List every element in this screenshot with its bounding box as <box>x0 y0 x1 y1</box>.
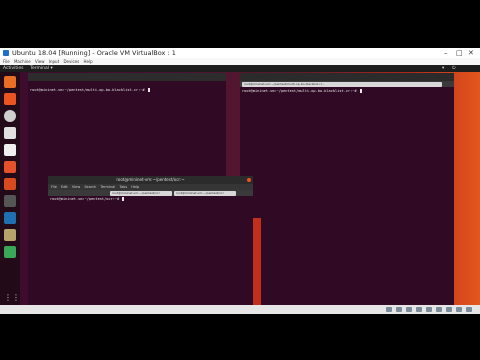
dock: ⋮⋮ <box>0 72 20 305</box>
menu-view[interactable]: View <box>72 185 80 189</box>
folder-icon[interactable] <box>4 229 16 241</box>
terminal-tab[interactable]: root@mininet-vm:~/pentest/ocr <box>110 191 172 196</box>
firefox-icon[interactable] <box>4 76 16 88</box>
terminal-title: root@mininet-vm:~/pentest/ocr:~ <box>116 177 185 182</box>
shared-folder-icon[interactable] <box>436 307 442 312</box>
terminal-header <box>240 73 454 81</box>
files-icon[interactable] <box>4 93 16 105</box>
maximize-icon[interactable]: □ <box>456 48 463 58</box>
show-apps-icon[interactable]: ⋮⋮ <box>4 292 20 304</box>
terminal-window-front[interactable]: root@mininet-vm:~/pentest/ocr:~ File Edi… <box>48 176 253 305</box>
terminal-icon[interactable] <box>4 195 16 207</box>
network-icon[interactable]: ▾ <box>442 65 444 72</box>
terminal-prompt[interactable]: root@mininet-vm:~/pentest/multi-op-bo-bl… <box>30 88 150 93</box>
activities-button[interactable]: Activities <box>3 65 24 72</box>
music-icon[interactable] <box>4 110 16 122</box>
writer-icon[interactable] <box>4 127 16 139</box>
menu-view[interactable]: View <box>35 59 45 64</box>
menu-help[interactable]: Help <box>131 185 139 189</box>
usb-icon[interactable] <box>426 307 432 312</box>
virtualbox-window: Ubuntu 18.04 [Running] - Oracle VM Virtu… <box>0 48 480 314</box>
gnome-top-bar: Activities Terminal ▾ ▾ ⏻ <box>0 65 480 72</box>
menu-devices[interactable]: Devices <box>63 59 79 64</box>
display-icon[interactable] <box>446 307 452 312</box>
text-cursor <box>359 89 362 93</box>
guest-desktop: Activities Terminal ▾ ▾ ⏻ ⋮⋮ root@minine… <box>0 65 480 305</box>
close-icon[interactable] <box>247 178 251 182</box>
terminal-tab[interactable]: root@mininet-vm:~/pentest/multi-op-bo-bl… <box>242 82 442 87</box>
vm-status-bar <box>0 305 480 314</box>
menu-input[interactable]: Input <box>49 59 59 64</box>
sublime-icon[interactable] <box>4 246 16 258</box>
hdd-icon[interactable] <box>386 307 392 312</box>
terminal-header <box>28 73 226 81</box>
optical-drive-icon[interactable] <box>396 307 402 312</box>
terminal-title-bar: root@mininet-vm:~/pentest/ocr:~ <box>48 176 253 184</box>
vscode-icon[interactable] <box>4 212 16 224</box>
menu-bar: File Machine View Input Devices Help <box>0 58 480 65</box>
window-edge <box>253 218 261 305</box>
close-icon[interactable]: ✕ <box>468 48 474 58</box>
text-cursor <box>147 88 150 92</box>
menu-help[interactable]: Help <box>83 59 92 64</box>
menu-tabs[interactable]: Tabs <box>119 185 127 189</box>
menu-edit[interactable]: Edit <box>61 185 68 189</box>
software-center-icon[interactable] <box>4 161 16 173</box>
host-key-icon[interactable] <box>466 307 472 312</box>
menu-file[interactable]: File <box>3 59 10 64</box>
menu-terminal[interactable]: Terminal <box>100 185 115 189</box>
terminal-window-right[interactable]: root@mininet-vm:~/pentest/multi-op-bo-bl… <box>240 73 454 305</box>
window-title-bar: Ubuntu 18.04 [Running] - Oracle VM Virtu… <box>0 48 480 58</box>
window-title: Ubuntu 18.04 [Running] - Oracle VM Virtu… <box>12 49 176 57</box>
terminal-tab[interactable]: root@mininet-vm:~/pentest/ocr <box>174 191 236 196</box>
virtualbox-icon <box>3 50 9 56</box>
menu-machine[interactable]: Machine <box>14 59 31 64</box>
recording-icon[interactable] <box>456 307 462 312</box>
terminal-prompt[interactable]: root@mininet-vm:~/pentest/multi-op-bo-bl… <box>242 89 362 94</box>
text-editor-icon[interactable] <box>4 144 16 156</box>
menu-search[interactable]: Search <box>84 185 96 189</box>
network-icon[interactable] <box>416 307 422 312</box>
menu-file[interactable]: File <box>51 185 57 189</box>
text-cursor <box>122 197 125 201</box>
terminal-tab-bar: root@mininet-vm:~/pentest/multi-op-bo-bl… <box>240 81 454 87</box>
power-icon[interactable]: ⏻ <box>452 65 456 72</box>
amazon-icon[interactable] <box>4 178 16 190</box>
terminal-prompt[interactable]: root@mininet-vm:~/pentest/ocr:~# <box>50 197 125 202</box>
app-menu[interactable]: Terminal ▾ <box>30 65 53 72</box>
minimize-icon[interactable]: – <box>444 48 448 58</box>
terminal-tab-bar: root@mininet-vm:~/pentest/ocr root@minin… <box>48 190 253 196</box>
audio-icon[interactable] <box>406 307 412 312</box>
